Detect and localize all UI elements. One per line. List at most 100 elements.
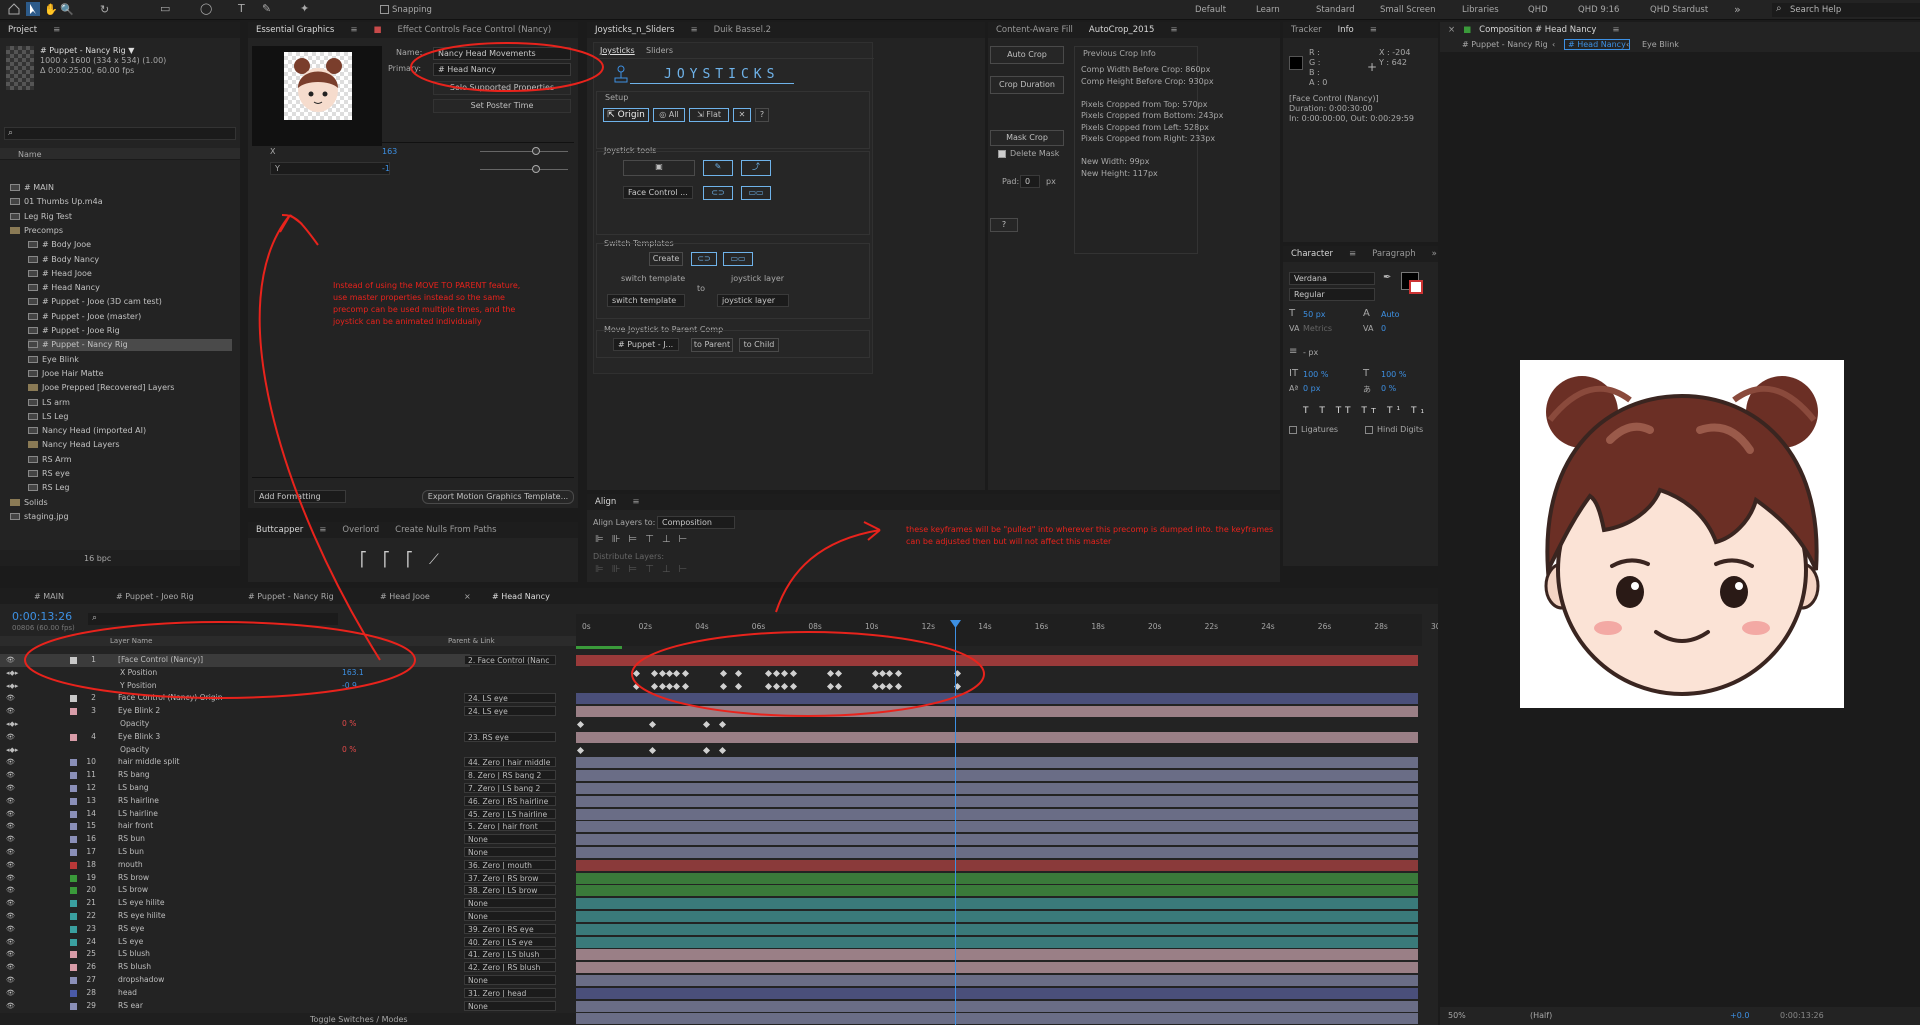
comp-canvas[interactable] <box>1520 360 1844 708</box>
baseline-value[interactable]: 0 px <box>1303 384 1320 393</box>
keyframe-nav-icon[interactable]: ◂◆▸ <box>6 744 18 757</box>
layer-row[interactable]: 👁 20 LS brow 38. Zero | LS brow <box>0 884 556 897</box>
parent-dropdown[interactable]: None <box>464 847 556 857</box>
parent-dropdown[interactable]: None <box>464 975 556 985</box>
parent-dropdown[interactable]: None <box>464 834 556 845</box>
parent-dropdown[interactable]: None <box>464 1000 556 1011</box>
keyframe-icon[interactable] <box>772 669 781 677</box>
keyframe-icon[interactable] <box>734 682 743 690</box>
label-color-swatch[interactable] <box>70 836 77 844</box>
layer-duration-bar[interactable] <box>576 885 1418 897</box>
parent-dropdown[interactable]: 40. Zero | LS eye <box>464 936 556 947</box>
visibility-eye-icon[interactable]: 👁 <box>6 897 15 910</box>
toggle-switches-button[interactable]: Toggle Switches / Modes <box>310 1015 408 1024</box>
layer-row[interactable]: 👁 14 LS hairline 45. Zero | LS hairline <box>0 808 556 821</box>
solo-supported-button[interactable]: Solo Supported Properties <box>433 81 571 95</box>
visibility-eye-icon[interactable]: 👁 <box>6 961 15 974</box>
label-color-swatch[interactable] <box>70 785 77 792</box>
switch-template-dropdown[interactable]: switch template <box>607 294 685 307</box>
visibility-eye-icon[interactable]: 👁 <box>6 808 15 821</box>
project-item[interactable]: # Puppet - Jooe Rig <box>28 325 120 337</box>
joystick-layer-dropdown[interactable]: joystick layer <box>717 294 789 307</box>
tab-effect-controls[interactable]: Effect Controls Face Control (Nancy) <box>390 22 560 38</box>
composition-title[interactable]: Composition # Head Nancy <box>1471 22 1604 38</box>
label-color-swatch[interactable] <box>70 874 77 882</box>
layer-row[interactable]: 👁 3 Eye Blink 2 24. LS eye <box>0 705 556 718</box>
y-value[interactable]: -1 <box>382 164 390 173</box>
label-color-swatch[interactable] <box>70 951 77 959</box>
project-item[interactable]: # Body Nancy <box>28 254 99 266</box>
layer-name[interactable]: LS blush <box>118 948 150 961</box>
leading-value[interactable]: Auto <box>1381 310 1400 319</box>
layer-name[interactable]: RS eye hilite <box>118 910 166 923</box>
layer-duration-bar[interactable] <box>576 654 1418 666</box>
project-item[interactable]: RS Arm <box>28 454 72 466</box>
layer-duration-bar[interactable] <box>576 872 1418 884</box>
layer-duration-bar[interactable] <box>576 821 1418 833</box>
layer-duration-bar[interactable] <box>576 898 1418 910</box>
project-search-input[interactable]: ⌕ <box>4 127 236 140</box>
delete-mask-checkbox[interactable] <box>998 150 1006 158</box>
layer-row[interactable]: 👁 1 [Face Control (Nancy)] 2. Face Control … <box>0 654 556 667</box>
property-value[interactable]: 0 % <box>342 718 356 731</box>
keyframe-icon[interactable] <box>719 669 728 677</box>
layer-name[interactable]: [Face Control (Nancy)] <box>118 654 203 667</box>
parent-dropdown[interactable]: 8. Zero | RS bang 2 <box>464 770 556 781</box>
keyframe-icon[interactable] <box>826 669 835 677</box>
ellipse-tool-icon[interactable]: ◯ <box>200 2 212 15</box>
unlink-template-button[interactable]: ▭▭ <box>723 252 753 266</box>
project-item[interactable]: RS Leg <box>28 482 70 494</box>
unlink-layers-button[interactable]: ▭▭ <box>741 186 771 200</box>
tab-joysticks-n-sliders[interactable]: Joysticks_n_Sliders <box>587 22 682 38</box>
layer-row[interactable]: 👁 27 dropshadow None <box>0 974 556 987</box>
project-item[interactable]: # Puppet - Nancy Rig <box>28 339 232 352</box>
label-color-swatch[interactable] <box>70 861 77 869</box>
property-row[interactable]: ◂◆▸ Opacity 0 % <box>0 744 470 757</box>
project-item[interactable]: # Puppet - Jooe (3D cam test) <box>28 296 162 308</box>
keyframe-icon[interactable] <box>789 669 798 677</box>
parent-dropdown[interactable]: None <box>464 911 556 921</box>
layer-row[interactable]: 👁 26 RS blush 42. Zero | RS blush <box>0 961 556 974</box>
tracking-value[interactable]: 0 <box>1381 324 1386 333</box>
stroke-color-swatch[interactable] <box>1409 280 1423 294</box>
keyframe-icon[interactable] <box>734 669 743 677</box>
close-icon[interactable]: × <box>1440 22 1463 38</box>
tab-content-aware-fill[interactable]: Content-Aware Fill <box>988 22 1081 38</box>
label-color-swatch[interactable] <box>70 913 77 920</box>
comp-current-time[interactable]: 0:00:13:26 <box>1780 1011 1824 1020</box>
tl-current-time[interactable]: 0:00:13:26 <box>12 610 72 623</box>
tab-paragraph[interactable]: Paragraph <box>1364 246 1424 262</box>
visibility-eye-icon[interactable]: 👁 <box>6 692 15 705</box>
bit-depth-label[interactable]: 16 bpc <box>84 554 111 563</box>
panel-menu-icon[interactable]: ≡ <box>45 22 68 38</box>
pad-input[interactable]: 0 <box>1020 175 1040 188</box>
workspace-qhd[interactable]: QHD <box>1528 0 1548 20</box>
hand-tool-icon[interactable]: ✋ <box>44 3 58 16</box>
label-color-swatch[interactable] <box>70 900 77 908</box>
y-slider-handle[interactable] <box>532 165 540 173</box>
label-color-swatch[interactable] <box>70 759 77 767</box>
layer-row[interactable]: 👁 15 hair front 5. Zero | hair front <box>0 820 556 833</box>
keyframe-icon[interactable] <box>702 746 711 754</box>
work-area[interactable] <box>576 646 622 649</box>
hindi-digits-checkbox[interactable] <box>1365 426 1373 434</box>
eyedropper-icon[interactable]: ✒ <box>1383 272 1391 283</box>
flat-button[interactable]: ⇲ Flat <box>689 108 729 122</box>
layer-name[interactable]: RS eye <box>118 923 144 936</box>
parent-link-header[interactable]: Parent & Link <box>448 637 495 645</box>
project-item[interactable]: Eye Blink <box>28 354 79 366</box>
horizontal-scale-value[interactable]: 100 % <box>1381 370 1406 379</box>
layer-duration-bar[interactable] <box>576 706 1418 718</box>
project-item[interactable]: staging.jpg <box>10 511 69 523</box>
layer-duration-bar[interactable] <box>576 731 1418 743</box>
keyframe-icon[interactable] <box>789 682 798 690</box>
playhead[interactable] <box>955 624 956 1025</box>
tl-tab-puppet-nancy[interactable]: # Puppet - Nancy Rig <box>248 592 334 601</box>
panel-menu-icon[interactable]: ≡ <box>1162 22 1185 38</box>
layer-name[interactable]: RS bun <box>118 833 145 846</box>
layer-duration-bar[interactable] <box>576 834 1418 846</box>
snapping-checkbox[interactable] <box>380 5 389 14</box>
label-color-swatch[interactable] <box>70 810 77 818</box>
label-color-swatch[interactable] <box>70 887 77 895</box>
keyframe-icon[interactable] <box>894 669 903 677</box>
